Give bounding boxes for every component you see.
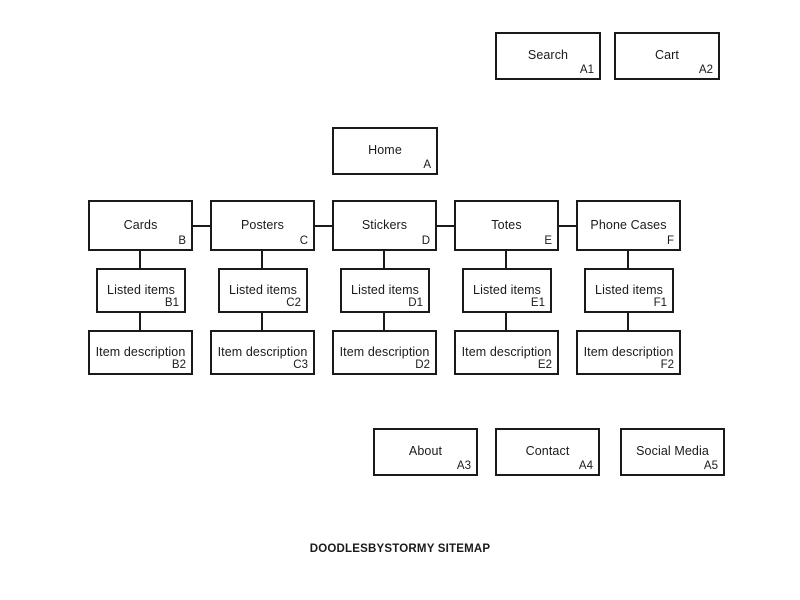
node-listed-items-d1-code: D1: [408, 296, 423, 309]
node-listed-items-f1-title: Listed items: [595, 282, 663, 297]
node-home-title: Home: [368, 143, 402, 158]
node-category-phone-cases-title: Phone Cases: [590, 217, 667, 232]
node-social-media-title: Social Media: [636, 444, 709, 459]
node-item-description-b2-title: Item description: [95, 344, 186, 359]
node-social-media-code: A5: [703, 459, 718, 472]
connector-listed-desc-b: [139, 313, 141, 330]
node-category-cards[interactable]: Cards B: [88, 200, 193, 251]
node-listed-items-c2-code: C2: [286, 296, 301, 309]
node-listed-items-d1[interactable]: Listed items D1: [340, 268, 430, 313]
node-item-description-b2-code: B2: [171, 358, 186, 371]
node-about[interactable]: About A3: [373, 428, 478, 476]
node-social-media[interactable]: Social Media A5: [620, 428, 725, 476]
node-listed-items-b1-code: B1: [164, 296, 179, 309]
node-item-description-d2-title: Item description: [339, 344, 430, 359]
node-item-description-f2[interactable]: Item description F2: [576, 330, 681, 375]
node-category-phone-cases-code: F: [666, 234, 674, 247]
node-item-description-e2-code: E2: [537, 358, 552, 371]
node-category-stickers-title: Stickers: [361, 217, 408, 232]
connector-listed-desc-c: [261, 313, 263, 330]
node-item-description-e2-title: Item description: [461, 344, 552, 359]
node-listed-items-c2-title: Listed items: [229, 282, 297, 297]
node-category-stickers-code: D: [421, 234, 430, 247]
node-listed-items-e1[interactable]: Listed items E1: [462, 268, 552, 313]
node-home[interactable]: Home A: [332, 127, 438, 175]
node-category-phone-cases[interactable]: Phone Cases F: [576, 200, 681, 251]
node-about-title: About: [408, 444, 443, 459]
node-search-code: A1: [579, 63, 594, 76]
node-contact-code: A4: [578, 459, 593, 472]
node-listed-items-b1-title: Listed items: [107, 282, 175, 297]
node-item-description-f2-code: F2: [660, 358, 674, 371]
node-item-description-f2-title: Item description: [583, 344, 674, 359]
node-category-stickers[interactable]: Stickers D: [332, 200, 437, 251]
connector-listed-desc-f: [627, 313, 629, 330]
node-item-description-c3-code: C3: [293, 358, 308, 371]
node-cart-title: Cart: [654, 48, 679, 63]
node-contact[interactable]: Contact A4: [495, 428, 600, 476]
node-item-description-b2[interactable]: Item description B2: [88, 330, 193, 375]
node-listed-items-b1[interactable]: Listed items B1: [96, 268, 186, 313]
node-listed-items-d1-title: Listed items: [351, 282, 419, 297]
node-search[interactable]: Search A1: [495, 32, 601, 80]
node-item-description-d2-code: D2: [415, 358, 430, 371]
node-listed-items-e1-title: Listed items: [473, 282, 541, 297]
node-listed-items-f1-code: F1: [653, 296, 667, 309]
connector-listed-desc-d: [383, 313, 385, 330]
node-category-totes-title: Totes: [491, 217, 522, 232]
node-search-title: Search: [527, 48, 569, 63]
diagram-caption: DOODLESBYSTORMY SITEMAP: [309, 543, 491, 555]
node-contact-title: Contact: [525, 444, 570, 459]
node-category-posters[interactable]: Posters C: [210, 200, 315, 251]
node-category-posters-title: Posters: [240, 217, 285, 232]
node-category-totes[interactable]: Totes E: [454, 200, 559, 251]
node-cart-code: A2: [698, 63, 713, 76]
connector-listed-desc-e: [505, 313, 507, 330]
node-category-posters-code: C: [299, 234, 308, 247]
node-home-code: A: [423, 158, 431, 171]
node-listed-items-f1[interactable]: Listed items F1: [584, 268, 674, 313]
node-item-description-e2[interactable]: Item description E2: [454, 330, 559, 375]
node-item-description-c3[interactable]: Item description C3: [210, 330, 315, 375]
node-item-description-c3-title: Item description: [217, 344, 308, 359]
node-listed-items-e1-code: E1: [530, 296, 545, 309]
node-category-cards-title: Cards: [123, 217, 158, 232]
node-category-totes-code: E: [544, 234, 552, 247]
node-item-description-d2[interactable]: Item description D2: [332, 330, 437, 375]
sitemap-canvas: Search A1 Cart A2 Home A Cards B Posters…: [0, 0, 800, 600]
node-category-cards-code: B: [178, 234, 186, 247]
node-cart[interactable]: Cart A2: [614, 32, 720, 80]
node-about-code: A3: [456, 459, 471, 472]
node-listed-items-c2[interactable]: Listed items C2: [218, 268, 308, 313]
